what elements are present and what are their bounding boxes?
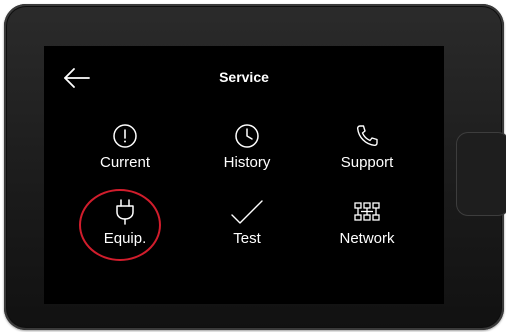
tile-history[interactable]: History [192, 118, 302, 184]
check-icon [231, 200, 263, 224]
device-frame: Service Current History Support Equip. T… [4, 4, 506, 330]
tile-label: Test [233, 230, 261, 247]
clock-icon [235, 124, 259, 148]
tile-label: Support [340, 154, 394, 171]
network-icon [354, 202, 380, 221]
highlight-circle [79, 189, 161, 261]
hardware-side-button[interactable] [456, 132, 506, 216]
tile-label: Network [339, 230, 395, 247]
tile-network[interactable]: Network [312, 194, 422, 260]
page-title: Service [219, 69, 269, 85]
tile-label: Current [99, 154, 151, 171]
tile-label: History [223, 154, 271, 171]
phone-icon [356, 125, 378, 147]
tile-current[interactable]: Current [70, 118, 180, 184]
tile-test[interactable]: Test [192, 194, 302, 260]
screen: Service Current History Support Equip. T… [44, 46, 444, 304]
alert-circle-icon [113, 124, 137, 148]
tile-support[interactable]: Support [312, 118, 422, 184]
